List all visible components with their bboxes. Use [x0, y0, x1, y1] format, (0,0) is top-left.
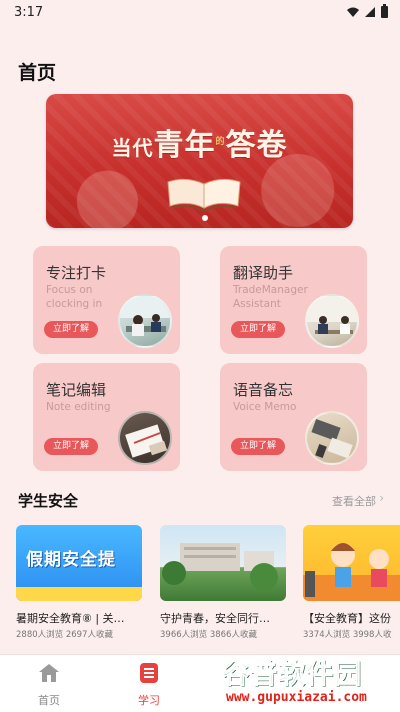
learn-more-button[interactable]: 立即了解 — [44, 321, 99, 338]
article-card[interactable]: 【安全教育】这份 3374人浏览 3998人收 — [303, 525, 400, 640]
card-subtitle: Note editing — [46, 401, 111, 413]
article-title: 守护青春，安全同行… — [160, 612, 270, 625]
article-card[interactable]: 守护青春，安全同行… 3966人浏览 3866人收藏 — [160, 525, 286, 640]
card-subtitle: Voice Memo — [233, 401, 297, 413]
learn-more-button[interactable]: 立即了解 — [231, 438, 286, 455]
card-note-editing[interactable]: 笔记编辑 Note editing 立即了解 — [33, 363, 180, 471]
article-thumbnail: 假期安全提 — [16, 525, 142, 601]
home-icon — [39, 664, 59, 682]
banner-carousel[interactable]: 当代青年的答卷 — [46, 94, 353, 228]
nav-study-label: 学习 — [138, 694, 160, 707]
card-title: 语音备忘 — [233, 381, 294, 399]
signal-icon — [365, 7, 375, 17]
card-photo — [305, 411, 359, 465]
learn-more-button[interactable]: 立即了解 — [231, 321, 286, 338]
learn-more-button[interactable]: 立即了解 — [44, 438, 99, 455]
article-stats: 3966人浏览 3866人收藏 — [160, 630, 257, 640]
card-voice-memo[interactable]: 语音备忘 Voice Memo 立即了解 — [220, 363, 367, 471]
article-thumbnail-text: 假期安全提 — [26, 550, 116, 570]
thumbnail-accent — [16, 587, 142, 601]
card-subtitle: TradeManager Assistant — [233, 284, 308, 310]
nav-home[interactable]: 首页 — [19, 663, 79, 708]
card-photo — [305, 294, 359, 348]
desk-devices-illustration — [311, 418, 353, 459]
status-icons — [347, 4, 388, 18]
card-title: 笔记编辑 — [46, 381, 107, 399]
nav-study[interactable]: 学习 — [119, 663, 179, 708]
page-title: 首页 — [18, 62, 57, 84]
status-time: 3:17 — [14, 4, 44, 20]
wifi-icon — [347, 7, 359, 17]
chevron-right-icon[interactable]: › — [379, 491, 384, 505]
banner-title-part1: 当代 — [111, 136, 154, 160]
card-title: 翻译助手 — [233, 264, 294, 282]
notebook-pen-illustration — [125, 424, 168, 458]
banner-title-part4: 答卷 — [225, 128, 288, 163]
carousel-indicator[interactable] — [202, 215, 208, 221]
watermark-url: www.gupuxiazai.com — [226, 690, 367, 705]
campus-building-illustration — [162, 543, 278, 591]
card-photo — [118, 411, 172, 465]
article-stats: 2880人浏览 2697人收藏 — [16, 630, 113, 640]
card-title: 专注打卡 — [46, 264, 107, 282]
card-subtitle: Focus on clocking in — [46, 284, 103, 310]
card-photo — [118, 294, 172, 348]
nav-home-label: 首页 — [38, 694, 60, 707]
view-all-link[interactable]: 查看全部 — [332, 493, 376, 509]
article-stats: 3374人浏览 3998人收 — [303, 630, 392, 640]
article-thumbnail — [303, 525, 400, 601]
article-thumbnail — [160, 525, 286, 601]
status-bar: 3:17 — [0, 0, 400, 24]
person-studying-illustration — [120, 296, 170, 336]
study-icon — [140, 663, 158, 683]
article-title: 暑期安全教育⑧ | 关… — [16, 612, 125, 625]
battery-icon — [381, 4, 388, 18]
cartoon-kids-illustration — [303, 543, 400, 601]
banner-title-part3: 的 — [215, 137, 226, 147]
card-translation-assistant[interactable]: 翻译助手 TradeManager Assistant 立即了解 — [220, 246, 367, 354]
article-card[interactable]: 假期安全提 暑期安全教育⑧ | 关… 2880人浏览 2697人收藏 — [16, 525, 142, 640]
banner-title: 当代青年的答卷 — [46, 120, 353, 164]
article-title: 【安全教育】这份 — [303, 612, 391, 625]
watermark-logo-text: 谷普软件园 — [222, 659, 362, 691]
banner-title-part2: 青年 — [153, 128, 216, 163]
card-focus-clock-in[interactable]: 专注打卡 Focus on clocking in 立即了解 — [33, 246, 180, 354]
people-meeting-illustration — [307, 296, 357, 334]
section-title: 学生安全 — [18, 492, 79, 510]
open-book-icon — [167, 178, 241, 212]
